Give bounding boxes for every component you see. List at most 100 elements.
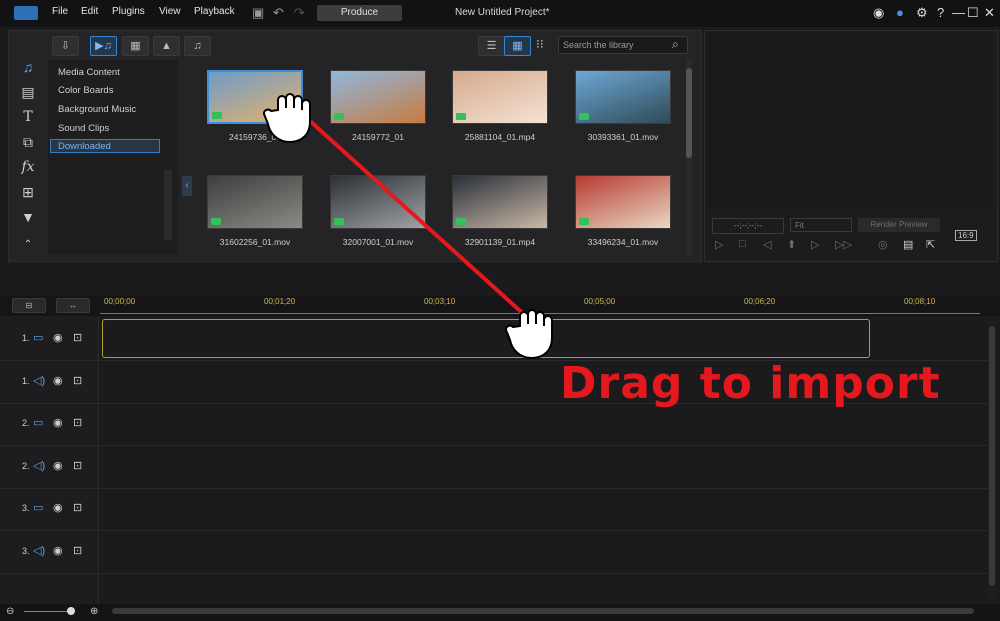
audio-mixer-icon[interactable]: ▼	[18, 207, 38, 227]
help-icon[interactable]: ?	[937, 5, 944, 21]
eye-icon[interactable]: ◉	[53, 459, 63, 472]
stop-icon[interactable]: □	[739, 238, 746, 250]
image-filter-icon[interactable]: ▲	[153, 36, 180, 56]
media-thumbnail[interactable]	[575, 175, 671, 229]
lock-icon[interactable]: ⊡	[73, 459, 82, 472]
timeline-track[interactable]: 3. ◁) ◉ ⊡	[0, 531, 988, 574]
menu-file[interactable]: File	[52, 6, 68, 17]
nav-sound-clips[interactable]: Sound Clips	[58, 123, 109, 134]
particle-room-icon[interactable]: ⊞	[18, 182, 38, 202]
fit-timeline-icon[interactable]: ↔	[56, 298, 90, 313]
media-thumbnail[interactable]	[207, 175, 303, 229]
aspect-ratio-select[interactable]: 16:9	[955, 230, 977, 241]
media-item[interactable]: 24159736_01	[207, 70, 303, 142]
close-icon[interactable]: ✕	[984, 5, 995, 21]
produce-button[interactable]: Produce	[317, 5, 402, 21]
chevron-up-icon[interactable]: ⌃	[18, 235, 38, 255]
nav-scrollbar[interactable]	[164, 170, 172, 240]
snapshot-icon[interactable]: ◎	[878, 238, 888, 251]
search-input[interactable]: Search the library	[558, 36, 688, 54]
zoom-out-icon[interactable]: ⊖	[6, 606, 14, 617]
media-thumbnail[interactable]	[330, 175, 426, 229]
text-room-icon[interactable]: T	[18, 107, 38, 127]
redo-icon[interactable]: ↷	[294, 5, 305, 21]
import-icon[interactable]: ⇩	[52, 36, 79, 56]
eye-icon[interactable]: ◉	[53, 501, 63, 514]
timeline-track[interactable]: 2. ◁) ◉ ⊡	[0, 446, 988, 489]
media-thumbnail[interactable]	[575, 70, 671, 124]
library-scrollbar[interactable]	[686, 58, 692, 256]
captions-icon[interactable]: ▤	[903, 238, 913, 251]
nav-downloaded[interactable]: Downloaded	[50, 139, 160, 153]
track-manager-icon[interactable]: ⊟	[12, 298, 46, 313]
eye-icon[interactable]: ◉	[53, 544, 63, 557]
render-preview-button[interactable]: Render Preview	[858, 218, 940, 232]
timeline-vscroll[interactable]	[988, 316, 996, 606]
ruler-tick-label: 00;08;10	[904, 297, 936, 306]
lock-icon[interactable]: ⊡	[73, 544, 82, 557]
gear-icon[interactable]: ⚙	[916, 5, 928, 21]
media-item[interactable]: 32007001_01.mov	[330, 175, 426, 247]
track-header: 1. ▭ ◉ ⊡	[0, 318, 98, 360]
list-view-icon[interactable]: ☰	[478, 36, 505, 56]
account-icon[interactable]: ◉	[873, 5, 884, 21]
grid-view-icon[interactable]: ▦	[504, 36, 531, 56]
search-icon[interactable]: ⌕	[672, 37, 679, 52]
timecode-display: --;--;--;--	[712, 218, 784, 234]
media-item[interactable]: 24159772_01	[330, 70, 426, 142]
play-icon[interactable]: ▷	[715, 238, 723, 251]
lock-icon[interactable]: ⊡	[73, 374, 82, 387]
maximize-icon[interactable]: ☐	[967, 5, 979, 21]
nav-media-content[interactable]: Media Content	[58, 67, 120, 78]
transition-room-icon[interactable]: ⧉	[18, 132, 38, 152]
media-thumbnail[interactable]	[452, 70, 548, 124]
menu-edit[interactable]: Edit	[81, 6, 98, 17]
media-thumbnail[interactable]	[452, 175, 548, 229]
ruler-tick-label: 00;00;00	[104, 297, 136, 306]
audio-filter-icon[interactable]: ♫	[184, 36, 211, 56]
save-icon[interactable]: ▣	[252, 5, 264, 21]
media-item[interactable]: 32901139_01.mp4	[452, 175, 548, 247]
undo-icon[interactable]: ↶	[273, 5, 284, 21]
menu-playback[interactable]: Playback	[194, 6, 235, 17]
media-filter-icon[interactable]: ▶♫	[90, 36, 117, 56]
lock-icon[interactable]: ⊡	[73, 501, 82, 514]
next-frame-icon[interactable]: ▷	[811, 238, 819, 251]
previous-frame-icon[interactable]: ◁	[763, 238, 771, 251]
title-room-icon[interactable]: ▤	[18, 82, 38, 102]
notification-icon[interactable]: ●	[896, 5, 904, 21]
minimize-icon[interactable]: —	[952, 5, 965, 21]
menu-plugins[interactable]: Plugins	[112, 6, 145, 17]
eye-icon[interactable]: ◉	[53, 331, 63, 344]
video-filter-icon[interactable]: ▦	[122, 36, 149, 56]
undock-icon[interactable]: ⇱	[926, 238, 935, 251]
zoom-slider-handle[interactable]	[67, 607, 75, 615]
nav-background-music[interactable]: Background Music	[58, 104, 136, 115]
zoom-in-icon[interactable]: ⊕	[90, 606, 98, 617]
media-thumbnail[interactable]	[330, 70, 426, 124]
split-icon[interactable]: ⬆	[787, 238, 796, 251]
fx-room-icon[interactable]: fx	[18, 157, 38, 177]
media-item[interactable]: 30393361_01.mov	[575, 70, 671, 142]
lock-icon[interactable]: ⊡	[73, 416, 82, 429]
zoom-select[interactable]: Fit	[790, 218, 852, 232]
media-item[interactable]: 31602256_01.mov	[207, 175, 303, 247]
drop-zone[interactable]	[102, 319, 870, 358]
timeline-track[interactable]: 2. ▭ ◉ ⊡	[0, 403, 988, 446]
eye-icon[interactable]: ◉	[53, 374, 63, 387]
fast-forward-icon[interactable]: ▷▷	[835, 238, 852, 251]
media-item[interactable]: 33496234_01.mov	[575, 175, 671, 247]
media-item[interactable]: 25881104_01.mp4	[452, 70, 548, 142]
timeline-hscroll[interactable]	[112, 608, 974, 614]
lock-icon[interactable]: ⊡	[73, 331, 82, 344]
nav-color-boards[interactable]: Color Boards	[58, 85, 113, 96]
media-room-icon[interactable]: ♫	[18, 57, 38, 77]
track-number: 1.	[22, 333, 30, 343]
media-thumbnail[interactable]	[207, 70, 303, 124]
eye-icon[interactable]: ◉	[53, 416, 63, 429]
audio-track-icon: ◁)	[33, 459, 46, 472]
more-options-icon[interactable]: ⁝⁝	[536, 37, 544, 51]
timeline-track[interactable]: 3. ▭ ◉ ⊡	[0, 488, 988, 531]
collapse-panel-icon[interactable]: ‹	[182, 176, 192, 196]
menu-view[interactable]: View	[159, 6, 181, 17]
